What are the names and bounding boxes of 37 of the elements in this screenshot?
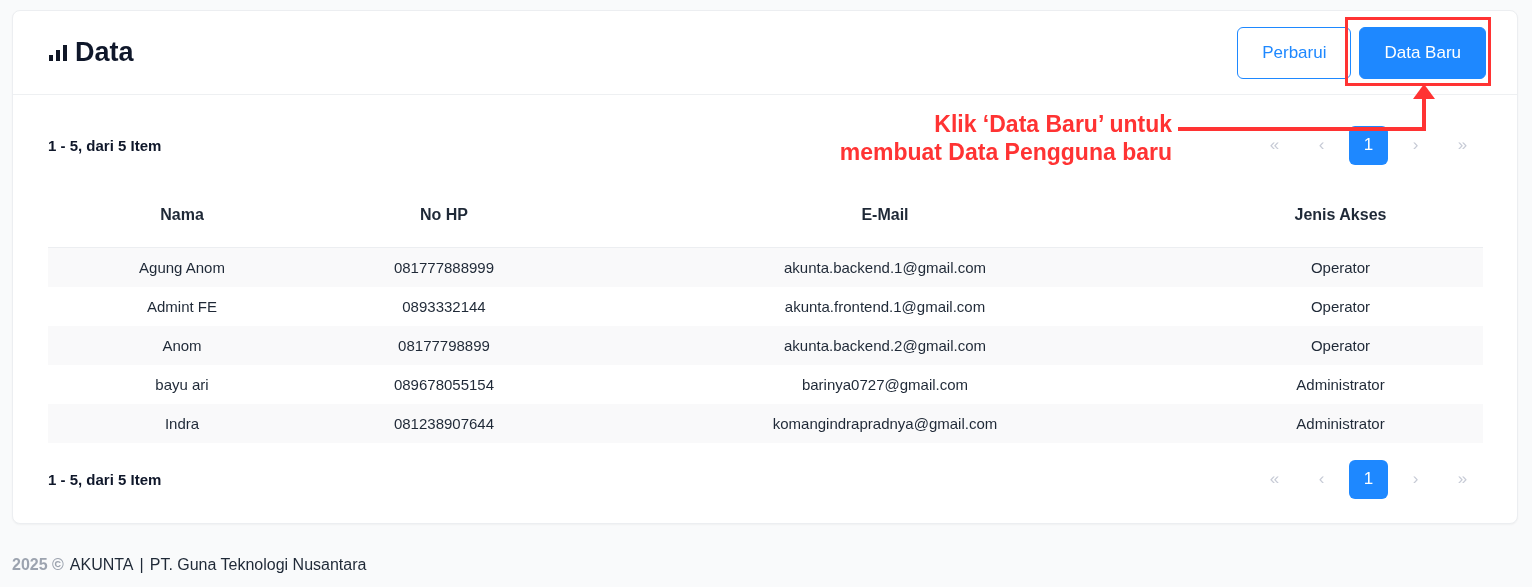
column-header: Nama bbox=[48, 183, 316, 248]
table-cell: Administrator bbox=[1198, 365, 1483, 404]
table-cell: 0893332144 bbox=[316, 287, 572, 326]
table-cell: bayu ari bbox=[48, 365, 316, 404]
table-cell: Operator bbox=[1198, 326, 1483, 365]
column-header: E-Mail bbox=[572, 183, 1198, 248]
bar-chart-icon bbox=[49, 44, 67, 61]
page-button[interactable]: 1 bbox=[1349, 459, 1388, 499]
brand-name: AKUNTA bbox=[69, 556, 134, 574]
table-cell: Operator bbox=[1198, 247, 1483, 287]
company-name: PT. Guna Teknologi Nusantara bbox=[149, 556, 367, 574]
column-header: Jenis Akses bbox=[1198, 183, 1483, 248]
table-cell: Administrator bbox=[1198, 404, 1483, 443]
item-count: 1 - 5, dari 5 Item bbox=[48, 470, 162, 488]
separator: | bbox=[139, 556, 144, 574]
table-cell: barinya0727@gmail.com bbox=[572, 365, 1198, 404]
card-title: Data bbox=[75, 37, 134, 68]
table-cell: komangindrapradnya@gmail.com bbox=[572, 404, 1198, 443]
annotation-text: membuat Data Pengguna baru bbox=[839, 138, 1172, 166]
column-header: No HP bbox=[316, 183, 572, 248]
table-cell: akunta.backend.2@gmail.com bbox=[572, 326, 1198, 365]
table-cell: 08177798899 bbox=[316, 326, 572, 365]
table-cell: Agung Anom bbox=[48, 247, 316, 287]
table-cell: Indra bbox=[48, 404, 316, 443]
table-cell: 081238907644 bbox=[316, 404, 572, 443]
refresh-button[interactable]: Perbarui bbox=[1237, 26, 1352, 79]
table-cell: akunta.frontend.1@gmail.com bbox=[572, 287, 1198, 326]
table-cell: Operator bbox=[1198, 287, 1483, 326]
new-data-button[interactable]: Data Baru bbox=[1359, 26, 1486, 79]
table-cell: 089678055154 bbox=[316, 365, 572, 404]
table-cell: akunta.backend.1@gmail.com bbox=[572, 247, 1198, 287]
annotation-text: Klik ‘Data Baru’ untuk bbox=[933, 110, 1172, 138]
table-cell: Admint FE bbox=[48, 287, 316, 326]
copyright-year: 2025 © bbox=[12, 556, 64, 574]
table-cell: 081777888999 bbox=[316, 247, 572, 287]
item-count: 1 - 5, dari 5 Item bbox=[48, 136, 162, 154]
table-cell: Anom bbox=[48, 326, 316, 365]
